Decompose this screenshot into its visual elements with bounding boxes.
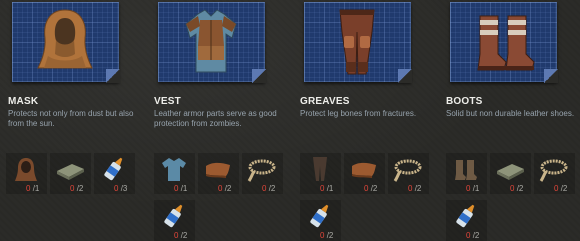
material-slot-glue[interactable]: 0 /3 xyxy=(94,153,135,194)
material-count: 0 /1 xyxy=(26,184,40,193)
material-slot-glue[interactable]: 0 /2 xyxy=(300,200,341,241)
blueprint-panel[interactable] xyxy=(158,2,266,83)
shoes-icon xyxy=(455,160,477,180)
material-slot-leather[interactable]: 0 /2 xyxy=(344,153,385,194)
material-count: 0 /2 xyxy=(262,184,276,193)
item-description: Solid but non durable leather shoes. xyxy=(446,109,575,118)
recipe-card-boots[interactable]: BOOTS Solid but non durable leather shoe… xyxy=(438,0,580,241)
material-slot-rope[interactable]: 0 /2 xyxy=(388,153,429,194)
item-description: Leather armor parts serve as good protec… xyxy=(154,109,277,128)
face-cloth-icon xyxy=(15,158,37,181)
rope-icon xyxy=(393,159,422,182)
material-count: 0 /2 xyxy=(554,184,568,193)
blueprint-panel[interactable] xyxy=(450,2,558,83)
pants-icon xyxy=(313,157,327,181)
material-count: 0 /1 xyxy=(174,184,188,193)
rope-icon xyxy=(247,159,276,182)
glue-bottle-icon xyxy=(310,204,329,228)
material-count: 0 /2 xyxy=(218,184,232,193)
material-slot-rope[interactable]: 0 /2 xyxy=(534,153,575,194)
armored-vest-icon xyxy=(185,9,237,73)
fabric-stack-icon xyxy=(497,164,524,180)
material-slot-shoes[interactable]: 0 /1 xyxy=(446,153,487,194)
fabric-stack-icon xyxy=(57,164,84,180)
material-slot-fabric[interactable]: 0 /2 xyxy=(490,153,531,194)
material-count: 0 /2 xyxy=(364,184,378,193)
material-count: 0 /2 xyxy=(466,231,480,240)
material-slot-shirt[interactable]: 0 /1 xyxy=(154,153,195,194)
material-slot-glue[interactable]: 0 /2 xyxy=(446,200,487,241)
material-count: 0 /2 xyxy=(320,231,334,240)
material-count: 0 /1 xyxy=(466,184,480,193)
item-description: Protects not only from dust but also fro… xyxy=(8,109,134,128)
glue-bottle-icon xyxy=(164,204,183,228)
blueprint-panel[interactable] xyxy=(12,2,120,83)
recipe-card-vest[interactable]: VEST Leather armor parts serve as good p… xyxy=(146,0,291,241)
material-count: 0 /1 xyxy=(320,184,334,193)
material-slot-pants[interactable]: 0 /1 xyxy=(300,153,341,194)
material-count: 0 /2 xyxy=(70,184,84,193)
material-count: 0 /2 xyxy=(510,184,524,193)
material-count: 0 /3 xyxy=(114,184,128,193)
recipe-card-mask[interactable]: MASK Protects not only from dust but als… xyxy=(0,0,145,241)
glue-bottle-icon xyxy=(456,204,475,228)
item-description: Protect leg bones from fractures. xyxy=(300,109,417,118)
material-slot-leather[interactable]: 0 /2 xyxy=(198,153,239,194)
leather-icon xyxy=(352,162,376,178)
material-slot-fabric[interactable]: 0 /2 xyxy=(50,153,91,194)
greaves-icon xyxy=(339,9,375,75)
item-title: GREAVES xyxy=(300,96,350,107)
item-title: BOOTS xyxy=(446,96,483,107)
blueprint-panel[interactable] xyxy=(304,2,412,83)
recipe-card-greaves[interactable]: GREAVES Protect leg bones from fractures… xyxy=(292,0,437,241)
material-count: 0 /2 xyxy=(408,184,422,193)
hooded-mask-icon xyxy=(37,9,93,69)
boots-icon xyxy=(477,15,535,71)
item-title: MASK xyxy=(8,96,39,107)
material-count: 0 /2 xyxy=(174,231,188,240)
shirt-icon xyxy=(162,158,186,181)
material-slot-glue[interactable]: 0 /2 xyxy=(154,200,195,241)
leather-icon xyxy=(206,162,230,178)
glue-bottle-icon xyxy=(104,157,123,181)
item-title: VEST xyxy=(154,96,181,107)
rope-icon xyxy=(539,159,568,182)
material-slot-rope[interactable]: 0 /2 xyxy=(242,153,283,194)
material-slot-face-cloth[interactable]: 0 /1 xyxy=(6,153,47,194)
